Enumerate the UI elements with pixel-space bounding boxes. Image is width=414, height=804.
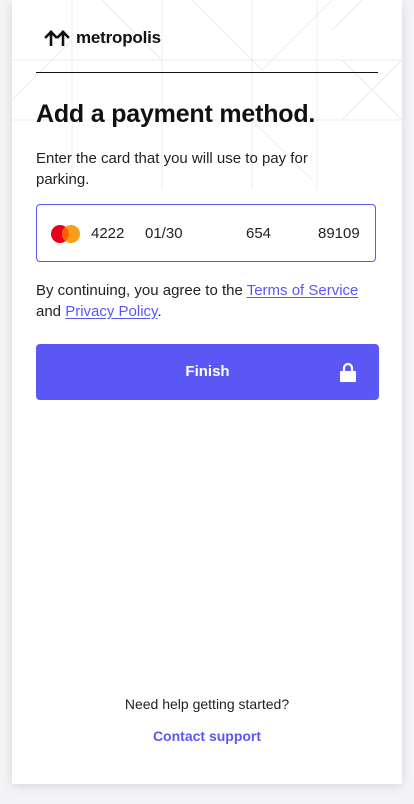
page-title: Add a payment method. <box>36 100 316 128</box>
finish-button-label: Finish <box>185 363 230 380</box>
brand-name: metropolis <box>76 28 161 47</box>
terms-prefix: By continuing, you agree to the <box>36 282 247 299</box>
metropolis-logo-icon <box>44 30 70 46</box>
terms-of-service-link[interactable]: Terms of Service <box>247 282 359 299</box>
card-input-field[interactable]: 4222 01/30 654 89109 <box>36 204 376 262</box>
lock-icon <box>340 362 356 382</box>
card-expiry-field[interactable]: 01/30 <box>145 225 183 243</box>
brand-logo[interactable]: metropolis <box>44 28 161 48</box>
terms-middle: and <box>36 303 66 320</box>
app-screen: metropolis Add a payment method. Enter t… <box>12 0 402 784</box>
contact-support-link[interactable]: Contact support <box>12 728 402 744</box>
finish-button[interactable]: Finish <box>36 344 379 400</box>
page-subtitle: Enter the card that you will use to pay … <box>36 150 308 188</box>
card-number-field[interactable]: 4222 <box>91 225 124 243</box>
card-cvc-field[interactable]: 654 <box>246 225 271 243</box>
header: metropolis <box>36 26 378 73</box>
card-zip-field[interactable]: 89109 <box>318 225 360 243</box>
mastercard-icon <box>51 225 80 243</box>
privacy-policy-link[interactable]: Privacy Policy <box>65 303 157 320</box>
terms-notice: By continuing, you agree to the Terms of… <box>36 280 386 322</box>
help-question: Need help getting started? <box>124 696 290 712</box>
terms-suffix: . <box>157 303 162 320</box>
